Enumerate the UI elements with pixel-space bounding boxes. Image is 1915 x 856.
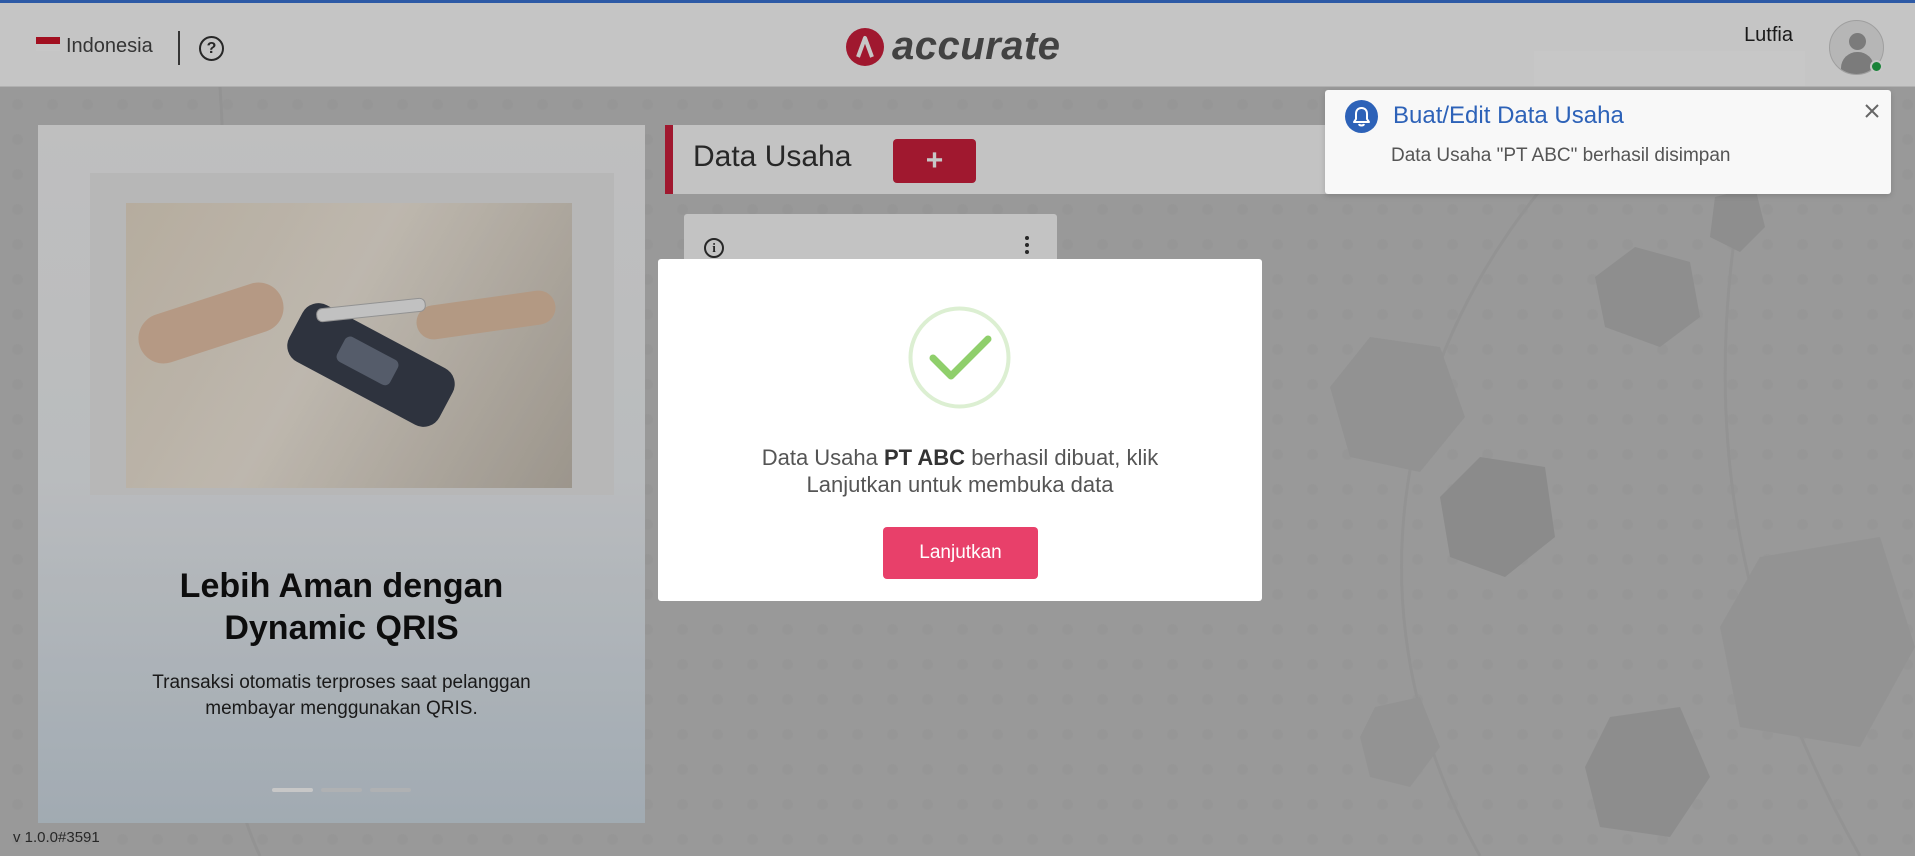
continue-button[interactable]: Lanjutkan <box>883 527 1038 579</box>
toast-message: Data Usaha "PT ABC" berhasil disimpan <box>1391 145 1731 166</box>
check-icon <box>908 306 1011 409</box>
bell-icon <box>1345 100 1378 133</box>
success-dialog: Data Usaha PT ABC berhasil dibuat, klik … <box>658 259 1262 601</box>
toast-title: Buat/Edit Data Usaha <box>1393 102 1624 129</box>
notification-toast: Buat/Edit Data Usaha Data Usaha "PT ABC"… <box>1325 90 1891 194</box>
close-icon[interactable] <box>1863 102 1881 120</box>
dialog-message: Data Usaha PT ABC berhasil dibuat, klik … <box>761 445 1159 497</box>
top-accent-line <box>0 0 1915 3</box>
